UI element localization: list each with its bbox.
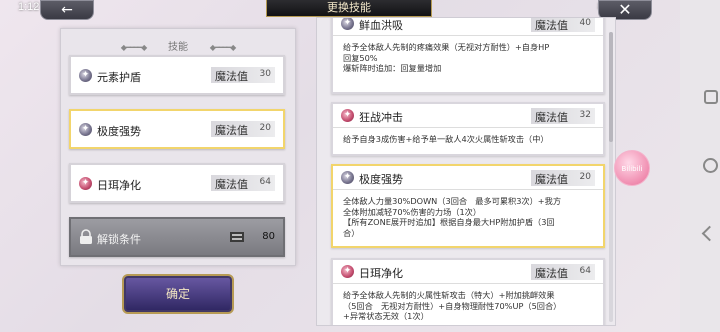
skill-orb-icon: ✦ xyxy=(341,18,354,30)
skill-name: 极度强势 xyxy=(359,173,403,186)
confirm-label: 确定 xyxy=(165,287,190,301)
mana-label: 魔法值 xyxy=(535,19,568,32)
mana-value: 32 xyxy=(579,110,591,120)
equipped-skills-panel: ◆━━━━◆ 技能 ◆━━━━◆ ✦ 元素护盾 魔法值 30 ✦ 极度强势 魔法… xyxy=(60,28,296,266)
skill-name: 元素护盾 xyxy=(97,71,141,84)
desc-line: 全体敌人力量30%DOWN（3回合 最多可累积3次）+我方 xyxy=(343,196,562,206)
mana-value: 20 xyxy=(259,123,271,133)
back-button[interactable]: ← xyxy=(40,0,94,20)
skill-description: 给予全体敌人先制的火属性斩攻击（特大）+附加挑衅效果 （5回合 无视对方耐性）+… xyxy=(343,290,597,322)
skill-card[interactable]: ✦ 日珥净化 魔法值 64 给予全体敌人先制的火属性斩攻击（特大）+附加挑衅效果… xyxy=(331,258,605,325)
skill-description: 给予自身3成伤害+给予单一敌人4次火属性斩攻击（中） xyxy=(343,134,597,145)
confirm-button[interactable]: 确定 xyxy=(122,274,234,314)
skill-orb-icon: ✦ xyxy=(79,69,92,82)
skill-orb-icon: ✦ xyxy=(79,123,92,136)
recent-apps-icon[interactable] xyxy=(704,90,718,104)
skill-description: 给予全体敌人先制的疼痛效果（无视对方耐性）+自身HP 回复50% 爆斩阵时追加：… xyxy=(343,42,597,74)
mana-cost: 魔法值 30 xyxy=(211,67,275,83)
status-time: 1:12 xyxy=(18,1,40,13)
mana-label: 魔法值 xyxy=(215,178,248,191)
equipped-skill-slot-2[interactable]: ✦ 极度强势 魔法值 20 xyxy=(69,109,285,149)
skill-card[interactable]: ✦ 狂战冲击 魔法值 32 给予自身3成伤害+给予单一敌人4次火属性斩攻击（中） xyxy=(331,102,605,156)
skill-description: 全体敌人力量30%DOWN（3回合 最多可累积3次）+我方 全体附加减轻70%伤… xyxy=(343,196,597,238)
floating-bilibili-badge[interactable]: Bilibili xyxy=(614,150,650,186)
skill-card[interactable]: ✦ 鲜血洪吸 魔法值 40 给予全体敌人先制的疼痛效果（无视对方耐性）+自身HP… xyxy=(331,18,605,94)
skill-orb-icon: ✦ xyxy=(341,171,354,184)
skill-orb-pink-icon: ✦ xyxy=(79,177,92,190)
badge-text: Bilibili xyxy=(621,165,643,173)
desc-line: 给予全体敌人先制的疼痛效果（无视对方耐性）+自身HP xyxy=(343,42,550,52)
heading-ornament-right: ◆━━━━◆ xyxy=(191,43,237,52)
page-title: 更换技能 xyxy=(266,0,432,17)
mana-label: 魔法值 xyxy=(535,111,568,124)
system-nav-rail xyxy=(680,0,720,332)
mana-label: 魔法值 xyxy=(215,124,248,137)
home-icon[interactable] xyxy=(703,158,718,173)
unlock-condition-value: 80 xyxy=(262,231,275,242)
back-triangle-icon[interactable] xyxy=(701,225,718,242)
desc-line: 【所有ZONE展开时追加】根据自身最大HP附加护盾（3回 xyxy=(343,217,555,227)
desc-line: 全体附加减轻70%伤害的力场（1次） xyxy=(343,206,482,217)
skill-card-header: ✦ 极度强势 魔法值 20 xyxy=(333,166,603,190)
heading-ornament-left: ◆━━━━◆ xyxy=(120,43,165,52)
skill-card-header: ✦ 狂战冲击 魔法值 32 xyxy=(333,104,603,128)
desc-line: 爆斩阵时追加：回复量增加 xyxy=(343,63,442,73)
panel-heading-text: 技能 xyxy=(168,42,188,53)
mana-value: 20 xyxy=(579,172,591,182)
desc-line: 给予全体敌人先制的火属性斩攻击（特大）+附加挑衅效果 xyxy=(343,290,555,300)
mana-label: 魔法值 xyxy=(215,70,248,83)
mana-cost: 魔法值 20 xyxy=(211,121,275,137)
skill-card-header: ✦ 日珥净化 魔法值 64 xyxy=(333,260,603,284)
panel-heading: ◆━━━━◆ 技能 ◆━━━━◆ xyxy=(61,38,295,53)
skill-name: 狂战冲击 xyxy=(359,111,403,124)
desc-line: 合） xyxy=(343,227,360,238)
skill-card-selected[interactable]: ✦ 极度强势 魔法值 20 全体敌人力量30%DOWN（3回合 最多可累积3次）… xyxy=(331,164,605,248)
skill-list[interactable]: ✦ 鲜血洪吸 魔法值 40 给予全体敌人先制的疼痛效果（无视对方耐性）+自身HP… xyxy=(316,17,616,326)
desc-line: （5回合 无视对方耐性）+自身物理耐性70%UP（5回合） xyxy=(343,300,562,311)
scrollbar-thumb[interactable] xyxy=(609,32,613,142)
skill-card-header: ✦ 鲜血洪吸 魔法值 40 xyxy=(333,18,603,36)
skill-orb-pink-icon: ✦ xyxy=(341,265,354,278)
desc-line: 回复50% xyxy=(343,52,378,63)
skill-name: 日珥净化 xyxy=(359,267,403,280)
equipped-skill-slot-1[interactable]: ✦ 元素护盾 魔法值 30 xyxy=(69,55,285,95)
lock-icon xyxy=(80,229,92,244)
mana-cost: 魔法值 40 xyxy=(531,18,595,32)
unlock-condition-label: 解锁条件 xyxy=(97,233,141,246)
mana-cost: 魔法值 64 xyxy=(531,264,595,280)
mana-value: 40 xyxy=(579,18,591,28)
desc-line: +异常状态无效（1次） xyxy=(343,311,429,321)
skill-orb-pink-icon: ✦ xyxy=(341,109,354,122)
key-item-icon xyxy=(230,232,244,242)
mana-cost: 魔法值 64 xyxy=(211,175,275,191)
close-x-icon: ✕ xyxy=(618,0,632,19)
mana-cost: 魔法值 32 xyxy=(531,108,595,124)
mana-value: 64 xyxy=(579,266,591,276)
mana-label: 魔法值 xyxy=(535,267,568,280)
mana-value: 30 xyxy=(259,69,271,79)
mana-cost: 魔法值 20 xyxy=(531,170,595,186)
desc-line: 给予自身3成伤害+给予单一敌人4次火属性斩攻击（中） xyxy=(343,134,549,144)
skill-name: 鲜血洪吸 xyxy=(359,19,403,32)
mana-value: 64 xyxy=(259,177,271,187)
mana-label: 魔法值 xyxy=(535,173,568,186)
arrow-left-icon: ← xyxy=(61,2,73,18)
skill-name: 日珥净化 xyxy=(97,179,141,192)
skill-name: 极度强势 xyxy=(97,125,141,138)
equipped-skill-slot-3[interactable]: ✦ 日珥净化 魔法值 64 xyxy=(69,163,285,203)
locked-skill-slot[interactable]: 解锁条件 80 xyxy=(69,217,285,257)
